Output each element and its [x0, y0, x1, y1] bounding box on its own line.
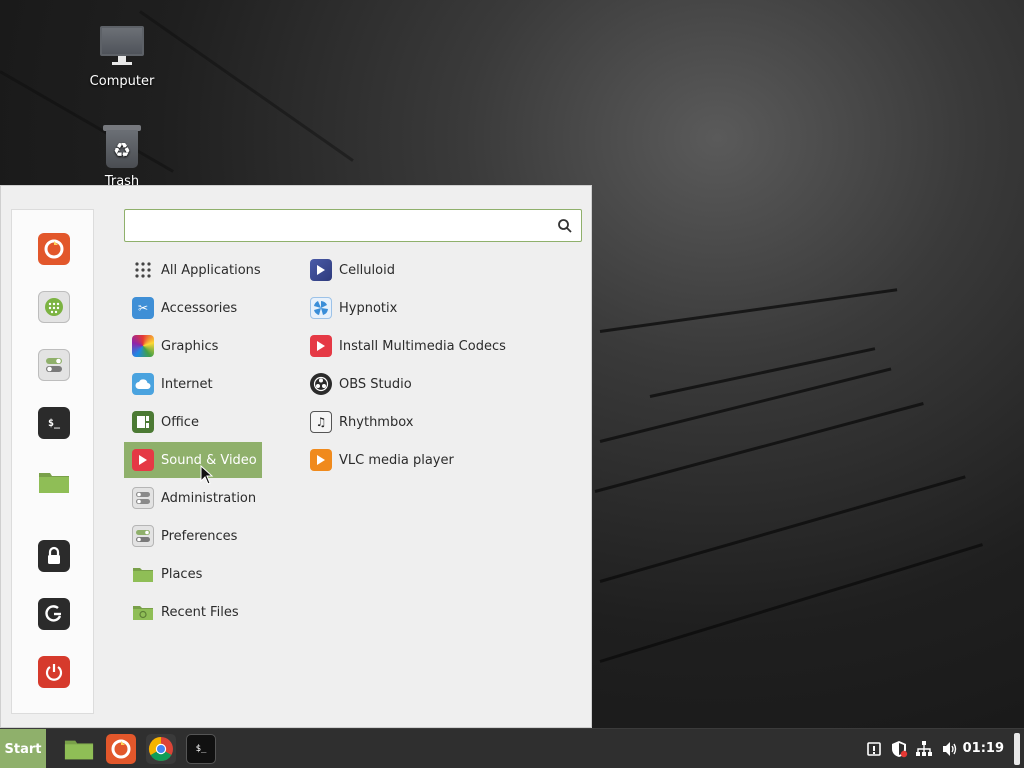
search-box[interactable]	[124, 209, 582, 242]
notification-icon[interactable]	[864, 739, 884, 759]
clock[interactable]: 01:19	[963, 741, 1004, 756]
category-label: Internet	[161, 376, 213, 392]
favorites-panel: $_	[11, 209, 94, 714]
firefox-icon[interactable]	[38, 233, 70, 265]
category-all-applications[interactable]: All Applications	[124, 252, 262, 288]
office-icon	[132, 411, 154, 433]
app-label: VLC media player	[339, 452, 454, 468]
app-label: Install Multimedia Codecs	[339, 338, 506, 354]
start-button[interactable]: Start	[0, 729, 46, 768]
category-label: Accessories	[161, 300, 238, 316]
scissors-icon: ✂	[132, 297, 154, 319]
codecs-icon	[310, 335, 332, 357]
power-icon[interactable]	[38, 656, 70, 688]
desktop-icon-trash[interactable]: ♻ Trash	[77, 122, 167, 189]
preferences-toggle-icon	[132, 525, 154, 547]
recent-folder-icon	[132, 601, 154, 623]
category-label: Office	[161, 414, 199, 430]
network-icon[interactable]	[914, 739, 934, 759]
celluloid-icon	[310, 259, 332, 281]
lock-icon[interactable]	[38, 540, 70, 572]
category-label: Recent Files	[161, 604, 239, 620]
category-graphics[interactable]: Graphics	[124, 328, 262, 364]
taskbar-files-icon[interactable]	[64, 734, 94, 764]
rhythmbox-icon: ♫	[310, 411, 332, 433]
taskbar-terminal-icon[interactable]: $_	[186, 734, 216, 764]
search-input[interactable]	[133, 216, 553, 236]
shield-icon[interactable]	[889, 739, 909, 759]
software-manager-icon[interactable]	[38, 291, 70, 323]
category-administration[interactable]: Administration	[124, 480, 262, 516]
category-sound-and-video[interactable]: Sound & Video	[124, 442, 262, 478]
category-accessories[interactable]: ✂ Accessories	[124, 290, 262, 326]
category-label: Graphics	[161, 338, 219, 354]
taskbar-firefox-icon[interactable]	[106, 734, 136, 764]
folder-icon[interactable]	[38, 465, 70, 497]
category-label: Preferences	[161, 528, 238, 544]
play-icon	[132, 449, 154, 471]
app-vlc-media-player[interactable]: VLC media player	[302, 442, 542, 478]
palette-icon	[132, 335, 154, 357]
desktop-icon-label: Computer	[89, 74, 155, 89]
app-rhythmbox[interactable]: ♫ Rhythmbox	[302, 404, 542, 440]
volume-icon[interactable]	[940, 739, 960, 759]
app-label: OBS Studio	[339, 376, 412, 392]
category-internet[interactable]: Internet	[124, 366, 262, 402]
vlc-icon	[310, 449, 332, 471]
app-celluloid[interactable]: Celluloid	[302, 252, 542, 288]
cloud-icon	[132, 373, 154, 395]
application-menu: $_ All Applications ✂ Accessories Graphi…	[0, 185, 592, 728]
panel-edge-handle	[1014, 733, 1020, 765]
grid-icon	[132, 259, 154, 281]
category-places[interactable]: Places	[124, 556, 262, 592]
obs-icon	[310, 373, 332, 395]
category-label: All Applications	[161, 262, 261, 278]
app-obs-studio[interactable]: OBS Studio	[302, 366, 542, 402]
folder-icon	[132, 563, 154, 585]
trash-icon: ♻	[98, 122, 146, 170]
taskbar: Start $_ 01:19	[0, 728, 1024, 768]
computer-icon	[98, 22, 146, 70]
category-office[interactable]: Office	[124, 404, 262, 440]
search-icon[interactable]	[557, 218, 573, 234]
settings-toggle-icon[interactable]	[38, 349, 70, 381]
app-label: Hypnotix	[339, 300, 398, 316]
app-label: Celluloid	[339, 262, 395, 278]
category-preferences[interactable]: Preferences	[124, 518, 262, 554]
taskbar-chrome-icon[interactable]	[146, 734, 176, 764]
category-label: Administration	[161, 490, 257, 506]
app-hypnotix[interactable]: Hypnotix	[302, 290, 542, 326]
desktop-icon-computer[interactable]: Computer	[77, 22, 167, 89]
admin-toggle-icon	[132, 487, 154, 509]
logout-icon[interactable]	[38, 598, 70, 630]
category-label: Places	[161, 566, 203, 582]
app-label: Rhythmbox	[339, 414, 414, 430]
category-recent-files[interactable]: Recent Files	[124, 594, 262, 630]
hypnotix-icon	[310, 297, 332, 319]
mouse-cursor-icon	[200, 465, 214, 485]
terminal-icon[interactable]: $_	[38, 407, 70, 439]
app-install-multimedia-codecs[interactable]: Install Multimedia Codecs	[302, 328, 542, 364]
